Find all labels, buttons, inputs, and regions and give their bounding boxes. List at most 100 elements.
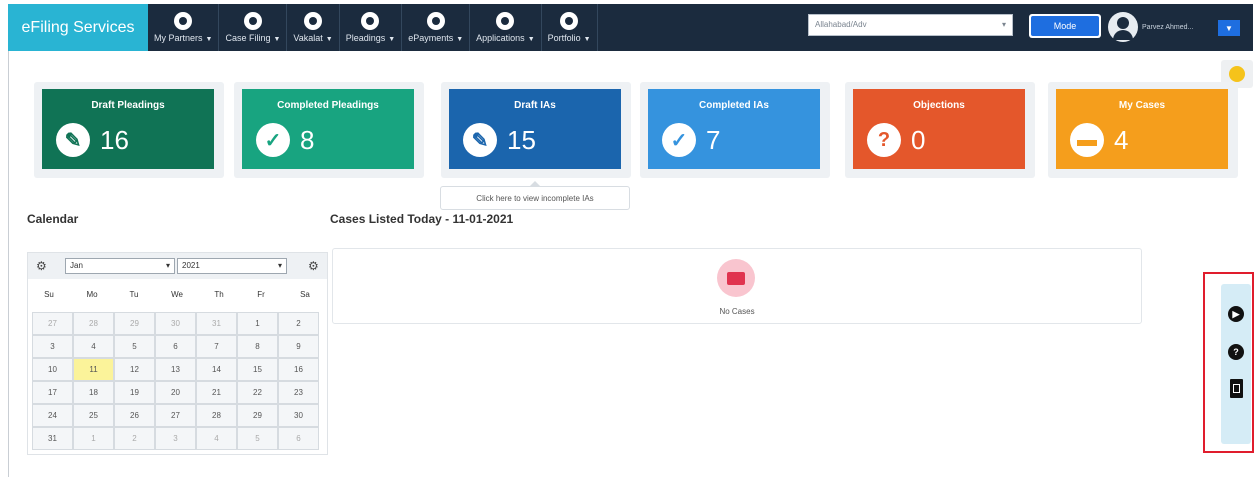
calendar-day[interactable]: 21 bbox=[196, 381, 237, 404]
calendar-day[interactable]: 27 bbox=[32, 312, 73, 335]
calendar-day[interactable]: 6 bbox=[278, 427, 319, 450]
play-video-icon[interactable]: ▶ bbox=[1228, 306, 1244, 322]
nav-label: Applications bbox=[476, 33, 525, 43]
calendar-day[interactable]: 22 bbox=[237, 381, 278, 404]
floating-toolbar: ▶ ? bbox=[1203, 272, 1254, 453]
calendar-day[interactable]: 30 bbox=[278, 404, 319, 427]
edit-icon: ✎ bbox=[463, 123, 497, 157]
calendar-day[interactable]: 20 bbox=[155, 381, 196, 404]
calendar-day[interactable]: 31 bbox=[32, 427, 73, 450]
bell-icon bbox=[1229, 66, 1245, 82]
weekday-label: Mo bbox=[86, 290, 98, 299]
avatar[interactable] bbox=[1108, 12, 1138, 42]
calendar-day[interactable]: 23 bbox=[278, 381, 319, 404]
card-objections[interactable]: Objections ? 0 bbox=[853, 89, 1025, 169]
nav-portfolio[interactable]: Portfolio ▼ bbox=[542, 4, 598, 51]
calendar-header: ⚙ Jan ▾ 2021 ▾ ⚙ bbox=[28, 253, 327, 279]
calendar-day[interactable]: 25 bbox=[73, 404, 114, 427]
calendar-widget: ⚙ Jan ▾ 2021 ▾ ⚙ Su Mo Tu We Th Fr Sa 27 28… bbox=[27, 252, 328, 455]
check-icon: ✓ bbox=[256, 123, 290, 157]
calendar-day[interactable]: 11 bbox=[73, 358, 114, 381]
weekday-label: We bbox=[171, 290, 183, 299]
calendar-day[interactable]: 5 bbox=[114, 335, 155, 358]
prev-month-icon[interactable]: ⚙ bbox=[36, 259, 47, 273]
calendar-day[interactable]: 18 bbox=[73, 381, 114, 404]
month-select-value: Jan bbox=[70, 261, 83, 270]
calendar-day[interactable]: 1 bbox=[73, 427, 114, 450]
cases-panel: No Cases bbox=[332, 248, 1142, 324]
month-select[interactable]: Jan ▾ bbox=[65, 258, 175, 274]
nav-label: Case Filing bbox=[225, 33, 271, 43]
card-draft-ias[interactable]: Draft IAs ✎ 15 bbox=[449, 89, 621, 169]
calendar-day[interactable]: 16 bbox=[278, 358, 319, 381]
calendar-day[interactable]: 27 bbox=[155, 404, 196, 427]
card-completed-ias[interactable]: Completed IAs ✓ 7 bbox=[648, 89, 820, 169]
calendar-day[interactable]: 12 bbox=[114, 358, 155, 381]
next-month-icon[interactable]: ⚙ bbox=[308, 259, 319, 273]
chevron-down-icon: ▼ bbox=[1225, 23, 1233, 33]
card-draft-pleadings-wrap: Draft Pleadings ✎ 16 bbox=[34, 82, 224, 178]
calendar-heading: Calendar bbox=[27, 212, 79, 226]
calendar-day[interactable]: 29 bbox=[237, 404, 278, 427]
card-completed-pleadings[interactable]: Completed Pleadings ✓ 8 bbox=[242, 89, 414, 169]
calendar-day[interactable]: 9 bbox=[278, 335, 319, 358]
calendar-day[interactable]: 6 bbox=[155, 335, 196, 358]
calendar-day[interactable]: 29 bbox=[114, 312, 155, 335]
weekday-label: Sa bbox=[300, 290, 310, 299]
nav-my-partners[interactable]: My Partners ▼ bbox=[148, 4, 220, 51]
calendar-day[interactable]: 30 bbox=[155, 312, 196, 335]
card-draft-pleadings[interactable]: Draft Pleadings ✎ 16 bbox=[42, 89, 214, 169]
nav-vakalat[interactable]: Vakalat ▼ bbox=[287, 4, 340, 51]
calendar-day[interactable]: 7 bbox=[196, 335, 237, 358]
calendar-day[interactable]: 28 bbox=[196, 404, 237, 427]
nav-case-filing[interactable]: Case Filing ▼ bbox=[219, 4, 288, 51]
calendar-day[interactable]: 28 bbox=[73, 312, 114, 335]
card-objections-wrap: Objections ? 0 bbox=[845, 82, 1035, 178]
calendar-day[interactable]: 10 bbox=[32, 358, 73, 381]
calendar-day[interactable]: 5 bbox=[237, 427, 278, 450]
card-value: 15 bbox=[507, 125, 536, 155]
card-draft-ias-wrap: Draft IAs ✎ 15 bbox=[441, 82, 631, 178]
card-title: Draft Pleadings bbox=[91, 100, 165, 111]
brand-logo[interactable]: eFiling Services bbox=[8, 4, 148, 51]
user-menu-toggle[interactable]: ▼ bbox=[1218, 20, 1240, 36]
calendar-day[interactable]: 4 bbox=[73, 335, 114, 358]
no-cases-text: No Cases bbox=[719, 307, 755, 316]
card-my-cases[interactable]: My Cases ▬ 4 bbox=[1056, 89, 1228, 169]
calendar-day[interactable]: 3 bbox=[155, 427, 196, 450]
partners-icon bbox=[174, 12, 193, 30]
calendar-day[interactable]: 14 bbox=[196, 358, 237, 381]
question-icon: ? bbox=[867, 123, 901, 157]
calendar-day[interactable]: 17 bbox=[32, 381, 73, 404]
year-select[interactable]: 2021 ▾ bbox=[177, 258, 287, 274]
calendar-day[interactable]: 31 bbox=[196, 312, 237, 335]
edit-icon: ✎ bbox=[56, 123, 90, 157]
card-value: 8 bbox=[300, 125, 315, 155]
calendar-day[interactable]: 1 bbox=[237, 312, 278, 335]
nav-applications[interactable]: Applications ▼ bbox=[470, 4, 542, 51]
nav-pleadings[interactable]: Pleadings ▼ bbox=[340, 4, 403, 51]
court-select[interactable]: Allahabad/Adv ▾ bbox=[808, 14, 1013, 36]
weekday-label: Fr bbox=[257, 290, 265, 299]
nav-epayments[interactable]: ePayments ▼ bbox=[402, 4, 471, 51]
pdf-document-icon[interactable] bbox=[1230, 379, 1243, 398]
calendar-day[interactable]: 4 bbox=[196, 427, 237, 450]
calendar-day[interactable]: 15 bbox=[237, 358, 278, 381]
card-value: 16 bbox=[100, 125, 129, 155]
card-completed-ias-wrap: Completed IAs ✓ 7 bbox=[640, 82, 830, 178]
calendar-day[interactable]: 13 bbox=[155, 358, 196, 381]
card-title: My Cases bbox=[1118, 100, 1166, 111]
draft-ias-tooltip: Click here to view incomplete IAs bbox=[440, 181, 630, 210]
calendar-day[interactable]: 19 bbox=[114, 381, 155, 404]
folder-icon bbox=[717, 259, 755, 297]
calendar-day[interactable]: 24 bbox=[32, 404, 73, 427]
mode-button[interactable]: Mode bbox=[1029, 14, 1101, 38]
help-icon[interactable]: ? bbox=[1228, 344, 1244, 360]
calendar-day[interactable]: 2 bbox=[278, 312, 319, 335]
calendar-day[interactable]: 8 bbox=[237, 335, 278, 358]
card-title: Draft IAs bbox=[514, 100, 556, 111]
calendar-day[interactable]: 3 bbox=[32, 335, 73, 358]
nav-label: Portfolio bbox=[547, 33, 581, 43]
calendar-day[interactable]: 2 bbox=[114, 427, 155, 450]
calendar-day[interactable]: 26 bbox=[114, 404, 155, 427]
